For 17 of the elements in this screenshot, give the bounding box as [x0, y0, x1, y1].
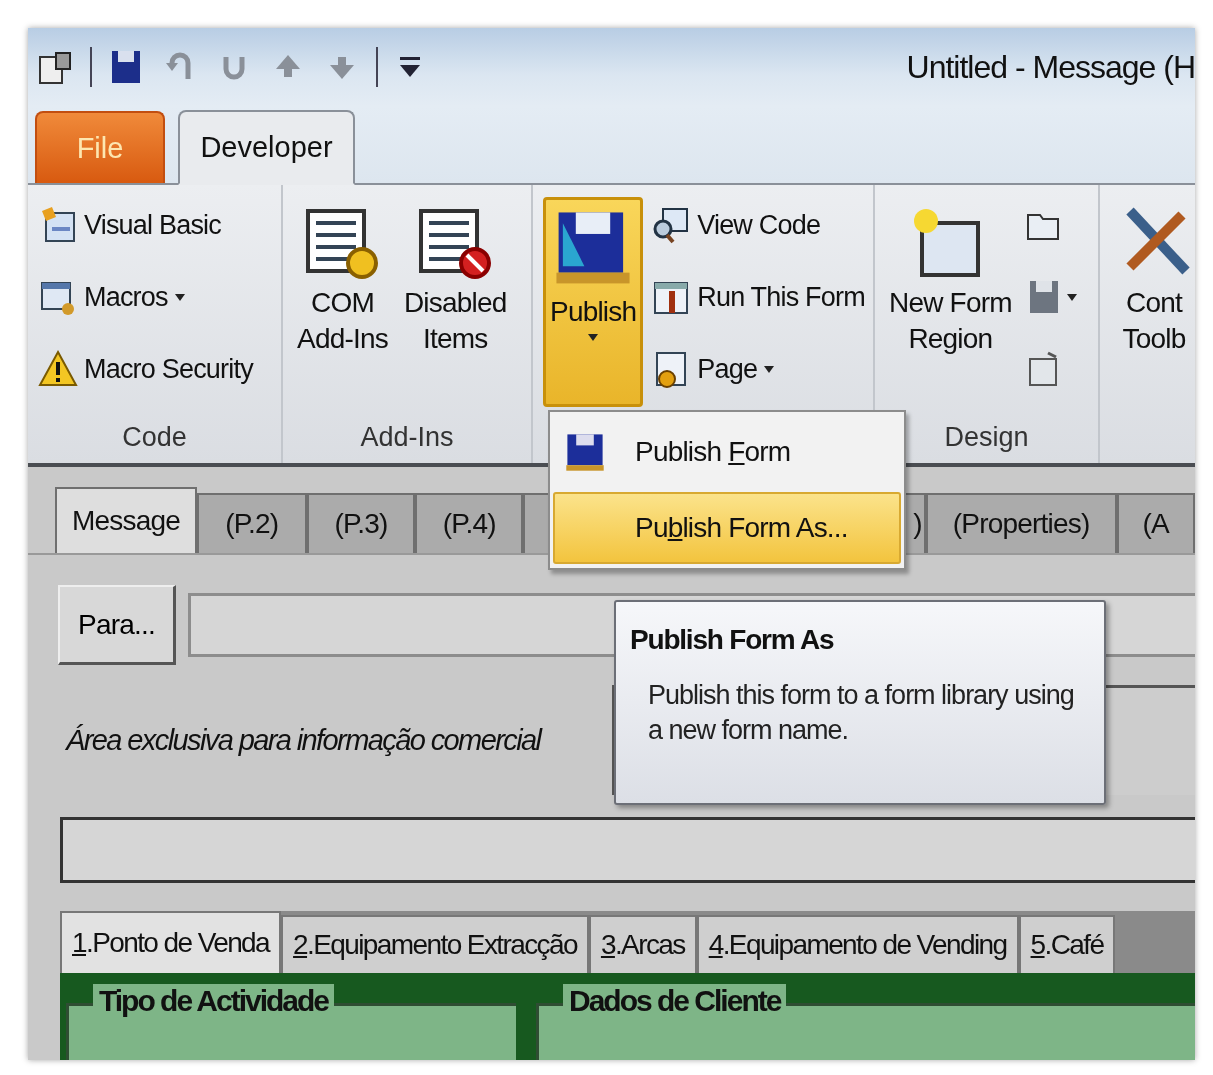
- group-label: Add-Ins: [360, 421, 454, 453]
- button-label: Add-Ins: [297, 323, 388, 356]
- note-text: Área exclusiva para informação comercial: [66, 723, 541, 757]
- button-label: Items: [422, 323, 488, 356]
- button-label: Publish: [550, 296, 637, 329]
- button-label: Cont: [1126, 287, 1182, 320]
- window-title: Untitled - Message (H: [906, 48, 1195, 86]
- button-label: Toolb: [1122, 323, 1186, 356]
- tooltip-title: Publish Form As: [630, 624, 835, 656]
- button-label: Region: [908, 323, 993, 356]
- frame-title: Tipo de Actividade: [93, 984, 335, 1018]
- button-label: Disabled: [403, 287, 507, 320]
- tooltip-text: Publish this form to a form library using a new form name.: [648, 679, 1075, 748]
- button-label: COM: [311, 287, 374, 320]
- button-label: New Form: [889, 287, 1012, 320]
- group-label: Design: [944, 421, 1029, 453]
- group-label: Code: [122, 421, 187, 453]
